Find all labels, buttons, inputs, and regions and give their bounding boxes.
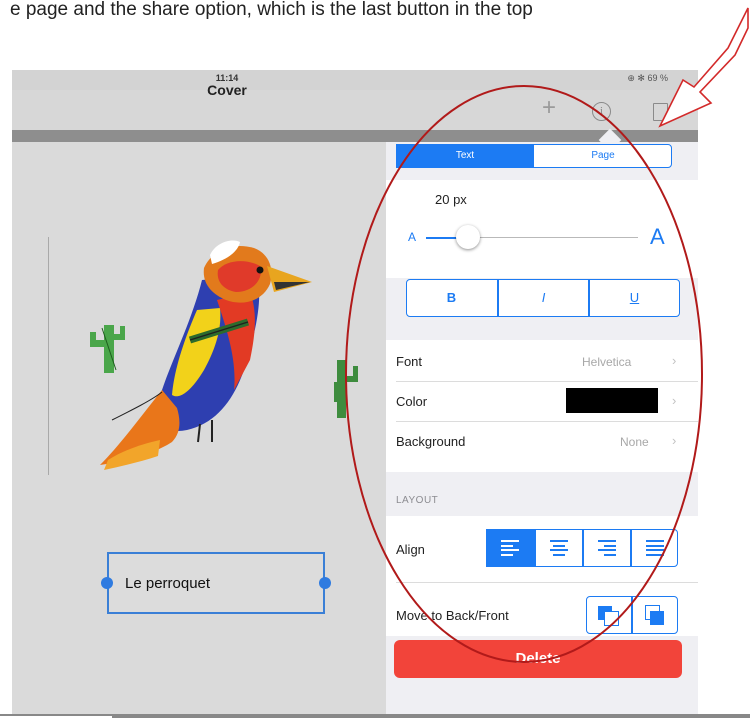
font-row-value[interactable]: Helvetica bbox=[582, 355, 631, 369]
tab-page[interactable]: Page bbox=[534, 144, 672, 168]
color-row-label[interactable]: Color bbox=[396, 394, 427, 409]
chevron-right-icon: › bbox=[672, 433, 677, 448]
resize-handle-left[interactable] bbox=[101, 577, 113, 589]
ipad-screen: 11:14 ⊕ ✻ 69 % Cover + i Le perroquet Te… bbox=[12, 70, 698, 718]
row-separator bbox=[396, 381, 698, 382]
info-icon[interactable]: i bbox=[592, 102, 611, 121]
font-size-slider-track[interactable] bbox=[476, 237, 638, 238]
cactus-right-drawing bbox=[334, 360, 358, 418]
send-to-back-icon[interactable] bbox=[586, 596, 632, 634]
underline-button[interactable]: U bbox=[589, 279, 680, 317]
delete-button[interactable]: Delete bbox=[394, 640, 682, 678]
document-rule bbox=[0, 714, 750, 718]
share-icon[interactable] bbox=[653, 103, 668, 121]
align-label: Align bbox=[396, 542, 425, 557]
row-separator bbox=[396, 582, 698, 583]
chevron-right-icon: › bbox=[672, 393, 677, 408]
resize-handle-right[interactable] bbox=[319, 577, 331, 589]
move-back-front-label: Move to Back/Front bbox=[396, 608, 509, 623]
text-box-label[interactable]: Le perroquet bbox=[125, 575, 210, 592]
status-indicators: ⊕ ✻ 69 % bbox=[627, 73, 668, 83]
plus-icon[interactable]: + bbox=[542, 96, 556, 120]
italic-button[interactable]: I bbox=[498, 279, 589, 317]
font-size-large-icon: A bbox=[650, 224, 665, 249]
row-separator bbox=[396, 421, 698, 422]
tab-text[interactable]: Text bbox=[396, 144, 534, 168]
parrot-drawing-image bbox=[90, 240, 358, 470]
align-right-icon[interactable] bbox=[583, 529, 631, 567]
font-row-label[interactable]: Font bbox=[396, 354, 422, 369]
panel-footer bbox=[386, 682, 698, 718]
chevron-right-icon: › bbox=[672, 353, 677, 368]
parrot-drawing bbox=[100, 240, 312, 470]
bold-button[interactable]: B bbox=[406, 279, 497, 317]
cactus-left-drawing bbox=[90, 325, 125, 373]
background-row-value[interactable]: None bbox=[620, 435, 649, 449]
background-row-label[interactable]: Background bbox=[396, 434, 465, 449]
document-caption: e page and the share option, which is th… bbox=[10, 0, 533, 20]
font-size-value: 20 px bbox=[435, 192, 467, 207]
bring-to-front-icon[interactable] bbox=[632, 596, 678, 634]
color-swatch[interactable] bbox=[566, 388, 658, 413]
font-size-small-icon: A bbox=[408, 230, 417, 244]
align-left-icon[interactable] bbox=[486, 529, 534, 567]
align-justify-icon[interactable] bbox=[631, 529, 679, 567]
font-size-slider-fill[interactable] bbox=[426, 237, 460, 239]
layout-section-header: LAYOUT bbox=[396, 495, 439, 506]
font-size-slider-thumb[interactable] bbox=[456, 225, 480, 249]
align-center-icon[interactable] bbox=[535, 529, 583, 567]
